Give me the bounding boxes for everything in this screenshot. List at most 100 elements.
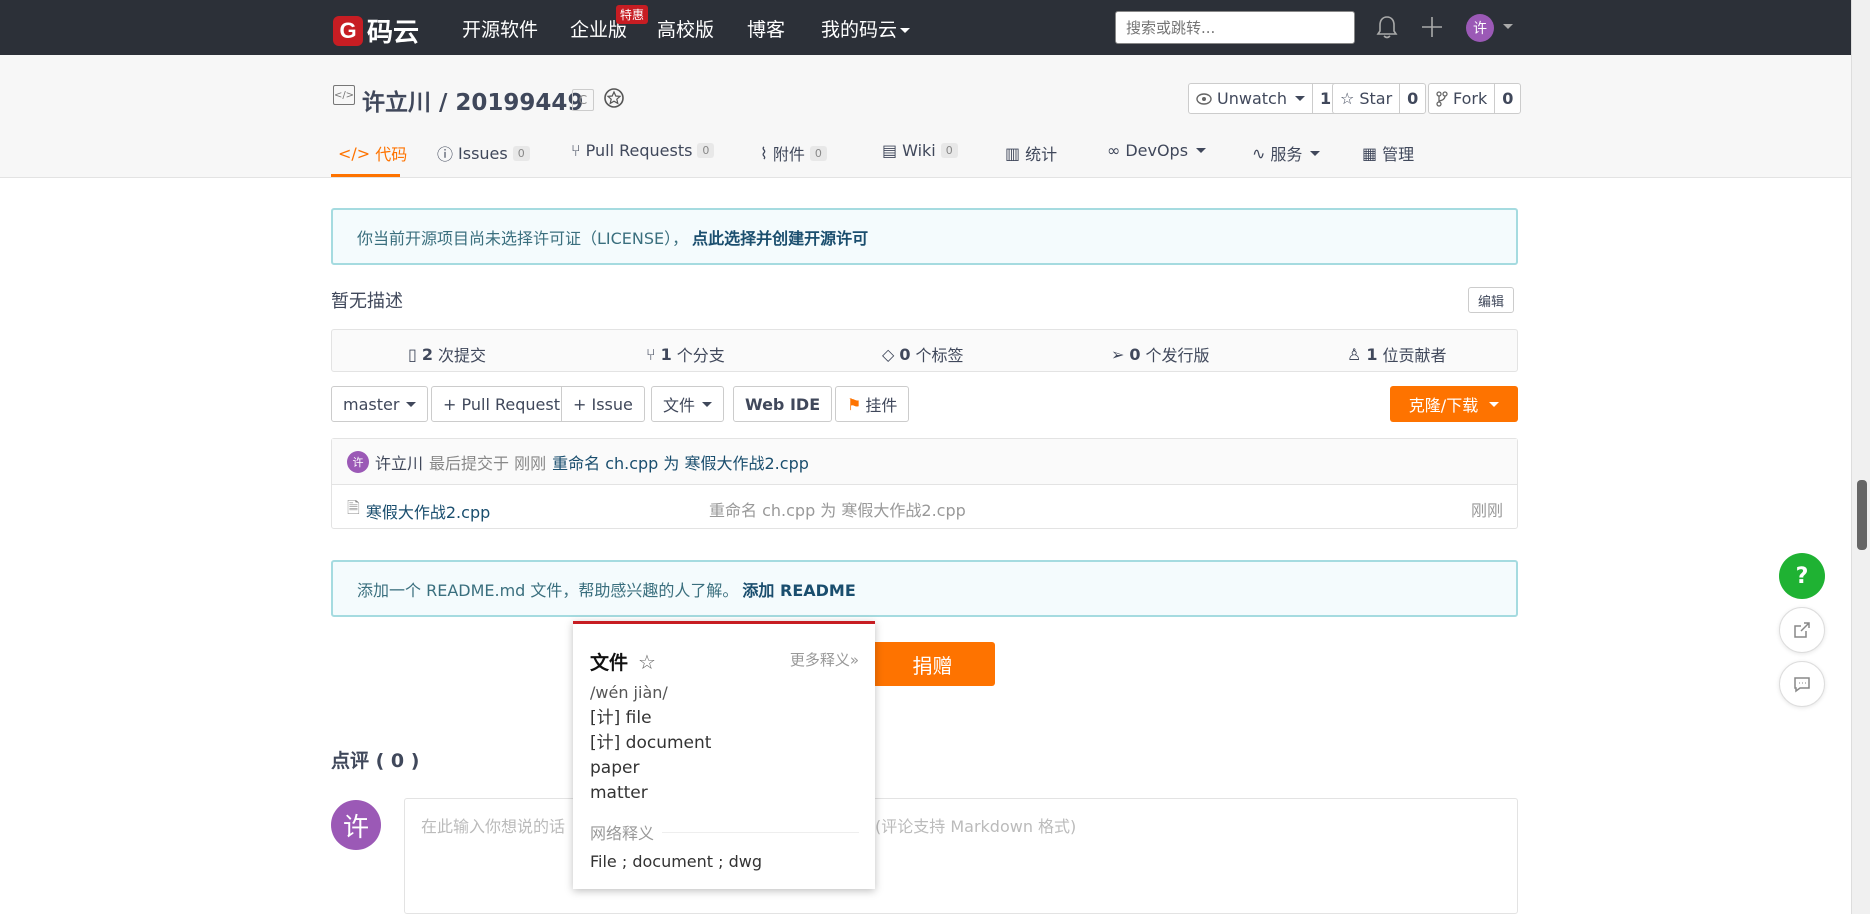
contributors-stat[interactable]: ♙ 1 位贡献者 [1347, 342, 1447, 366]
tab-wiki[interactable]: ▤ Wiki 0 [882, 141, 958, 160]
nav-open-source[interactable]: 开源软件 [462, 15, 538, 42]
star-label: Star [1359, 89, 1393, 108]
releases-stat[interactable]: ➢ 0 个发行版 [1111, 342, 1210, 366]
stat-count: 0 [899, 344, 911, 364]
tag-icon: ◇ [882, 344, 895, 364]
stat-label: 个发行版 [1145, 346, 1210, 365]
star-count[interactable]: 0 [1399, 84, 1425, 113]
file-link[interactable]: 🗎 寒假大作战2.cpp [347, 497, 490, 524]
widget-label: 挂件 [865, 396, 898, 415]
star-icon: ☆ [1340, 89, 1355, 108]
tab-attachments[interactable]: ⌇ 附件 0 [760, 141, 827, 165]
chevron-down-icon [900, 28, 911, 33]
star-icon[interactable]: ☆ [638, 650, 656, 674]
tab-label: 代码 [375, 145, 408, 164]
repo-stats-bar: ▯ 2 次提交 ⑂ 1 个分支 ◇ 0 个标签 ➢ 0 个发行版 ♙ 1 位贡献者 [331, 329, 1518, 372]
unwatch-button[interactable]: Unwatch 1 [1188, 83, 1340, 114]
fork-button[interactable]: Fork 0 [1428, 83, 1522, 114]
tab-manage[interactable]: ▦ 管理 [1362, 141, 1414, 165]
stat-label: 次提交 [437, 346, 486, 365]
stat-label: 个标签 [915, 346, 964, 365]
file-time: 刚刚 [1470, 501, 1503, 520]
dictionary-word: 文件 [590, 652, 629, 674]
stat-label: 位贡献者 [1382, 346, 1447, 365]
pull-request-icon: ⑂ [571, 141, 581, 160]
comment-input[interactable]: 在此输入你想说的话 (评论支持 Markdown 格式) [404, 798, 1518, 914]
search-input[interactable] [1115, 11, 1355, 44]
user-avatar[interactable]: 许 [1466, 14, 1494, 42]
new-issue-button[interactable]: + Issue [561, 386, 645, 422]
tab-issues[interactable]: ⓘ Issues 0 [437, 141, 530, 165]
new-pull-request-button[interactable]: + Pull Request [431, 386, 572, 422]
logo[interactable]: G 码云 [333, 12, 419, 49]
star-button[interactable]: ☆ Star 0 [1332, 83, 1427, 114]
tab-label: Issues [458, 143, 508, 163]
branches-stat[interactable]: ⑂ 1 个分支 [646, 342, 725, 366]
web-ide-button[interactable]: Web IDE [733, 386, 833, 422]
last-commit-row: 许 许立川 最后提交于 刚刚 重命名 ch.cpp 为 寒假大作战2.cpp [332, 439, 1517, 485]
comment-placeholder-right: (评论支持 Markdown 格式) [875, 817, 1077, 836]
branch-select[interactable]: master [331, 386, 429, 422]
stat-label: 个分支 [676, 346, 725, 365]
dictionary-pinyin: /wén jiàn/ [590, 683, 668, 702]
tab-code[interactable]: </> 代码 [338, 141, 407, 165]
chevron-down-icon [406, 401, 417, 407]
tags-stat[interactable]: ◇ 0 个标签 [882, 342, 963, 366]
widget-button[interactable]: ⚑ 挂件 [835, 386, 910, 422]
commits-stat[interactable]: ▯ 2 次提交 [408, 342, 486, 366]
commit-message[interactable]: 重命名 ch.cpp 为 寒假大作战2.cpp [552, 450, 809, 474]
fork-count[interactable]: 0 [1494, 84, 1520, 113]
tab-label: 管理 [1382, 145, 1415, 164]
chat-button[interactable] [1779, 661, 1825, 707]
tab-devops[interactable]: ∞ DevOps [1107, 141, 1207, 160]
commit-meta: 最后提交于 刚刚 [429, 453, 547, 473]
avatar[interactable]: 许 [347, 450, 369, 473]
chat-icon [1794, 677, 1810, 693]
branch-icon: ⑂ [646, 344, 656, 364]
nav-blog[interactable]: 博客 [747, 15, 785, 42]
nav-my-gitee[interactable]: 我的码云 [821, 15, 911, 42]
donate-button[interactable]: 捐赠 [870, 642, 995, 686]
book-icon: ▤ [882, 141, 898, 160]
repo-description: 暂无描述 [331, 291, 403, 312]
scroll-thumb[interactable] [1857, 480, 1867, 550]
chevron-down-icon [1196, 148, 1207, 153]
share-button[interactable] [1779, 607, 1825, 653]
edit-description-button[interactable]: 编辑 [1468, 287, 1515, 313]
clone-download-button[interactable]: 克隆/下载 [1390, 386, 1518, 422]
plus-icon[interactable] [1420, 14, 1444, 44]
clone-label: 克隆/下载 [1408, 396, 1479, 415]
active-tab-indicator [331, 174, 400, 177]
bookmark-icon: ⚑ [847, 394, 862, 414]
readme-banner: 添加一个 README.md 文件，帮助感兴趣的人了解。 添加 README [331, 560, 1518, 617]
chevron-down-icon [1489, 401, 1500, 407]
repo-title[interactable]: 许立川 / 20199449 [362, 83, 583, 117]
branch-name: master [343, 394, 400, 414]
tab-stats[interactable]: ▥ 统计 [1005, 141, 1057, 165]
readme-banner-text: 添加一个 README.md 文件，帮助感兴趣的人了解。 [357, 580, 739, 600]
bell-icon[interactable] [1375, 14, 1399, 44]
more-definitions-link[interactable]: 更多释义» [790, 649, 859, 670]
scrollbar[interactable] [1851, 0, 1870, 914]
fork-icon [1436, 90, 1448, 107]
add-readme-link[interactable]: 添加 README [742, 577, 855, 601]
file-menu-button[interactable]: 文件 [651, 386, 725, 422]
file-menu-label: 文件 [663, 396, 696, 415]
code-repo-icon: </> [333, 85, 355, 105]
help-button[interactable]: ? [1779, 553, 1825, 599]
comments-title: 点评 ( 0 ) [331, 750, 420, 772]
commit-author[interactable]: 许立川 [375, 450, 423, 474]
file-commit-message[interactable]: 重命名 ch.cpp 为 寒假大作战2.cpp [709, 497, 966, 521]
code-icon: </> [338, 143, 371, 163]
logo-text: 码云 [367, 18, 420, 48]
tab-count: 0 [809, 145, 827, 161]
net-definition: File ; document ; dwg [590, 852, 763, 871]
award-icon[interactable] [603, 87, 625, 115]
tab-label: 统计 [1025, 145, 1058, 164]
nav-university[interactable]: 高校版 [657, 15, 714, 42]
tab-label: 服务 [1270, 145, 1303, 164]
tab-services[interactable]: ∿ 服务 [1252, 141, 1321, 165]
create-license-link[interactable]: 点此选择并创建开源许可 [692, 225, 868, 249]
tab-pull-requests[interactable]: ⑂ Pull Requests 0 [571, 141, 715, 160]
chevron-down-icon[interactable] [1503, 24, 1513, 29]
